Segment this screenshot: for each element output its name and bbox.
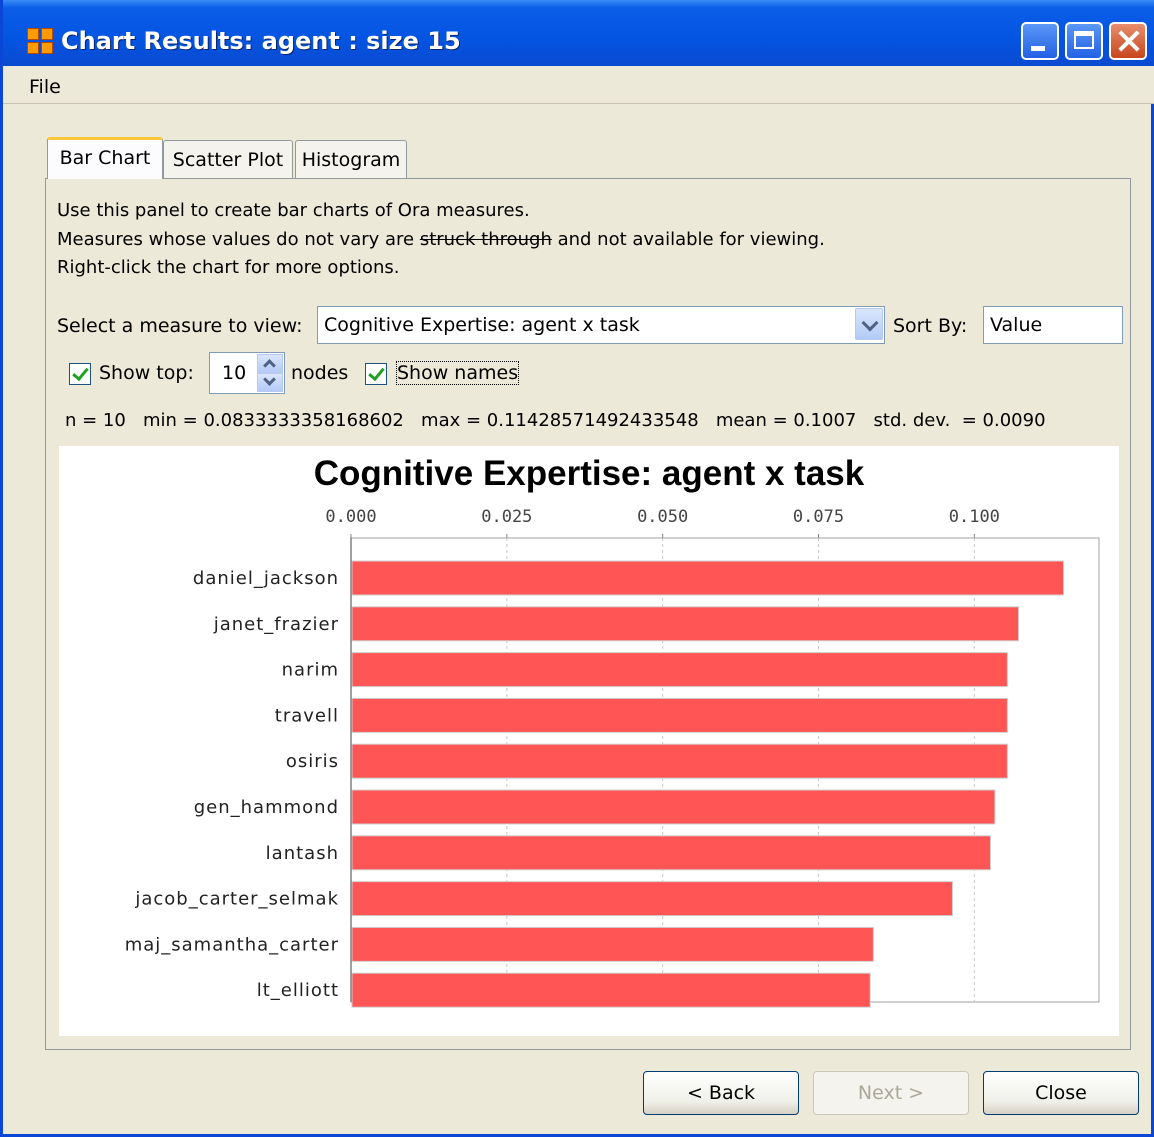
bar-chart-plot[interactable]: 0.000 0.025 0.050 0.075 0.100 daniel_jacksonj…	[59, 446, 1119, 1036]
category-label: narim	[282, 660, 339, 681]
category-label: travell	[275, 705, 339, 726]
x-tick-label: 0.100	[949, 507, 1000, 527]
bar	[351, 881, 954, 917]
bar	[351, 789, 996, 825]
bar	[351, 926, 874, 962]
x-tick-label: 0.000	[325, 507, 376, 527]
x-tick-label: 0.025	[481, 507, 532, 527]
description-line-3: Right-click the chart for more options.	[57, 257, 400, 278]
tab-histogram[interactable]: Histogram	[295, 140, 407, 178]
ora-app-icon	[27, 28, 53, 54]
menu-file[interactable]: File	[29, 76, 61, 98]
bar	[351, 972, 871, 1008]
category-label: maj_samantha_carter	[125, 934, 339, 955]
measure-label: Select a measure to view:	[57, 315, 303, 337]
bar-chart[interactable]: Cognitive Expertise: agent x task 0.000 0…	[59, 446, 1119, 1036]
sort-by-label: Sort By:	[893, 315, 968, 337]
back-button[interactable]: < Back	[643, 1071, 799, 1115]
category-label: osiris	[286, 751, 339, 772]
category-label: daniel_jackson	[193, 568, 339, 589]
spinner-up-icon[interactable]	[257, 354, 283, 373]
show-top-value[interactable]: 10	[222, 362, 246, 384]
window-title: Chart Results: agent : size 15	[61, 27, 461, 55]
bar	[351, 835, 992, 871]
tab-scatter-plot[interactable]: Scatter Plot	[163, 140, 293, 178]
struck-through-example: struck through	[419, 229, 552, 250]
show-names-checkbox[interactable]	[365, 363, 387, 385]
show-names-label[interactable]: Show names	[395, 361, 520, 385]
category-label: janet_frazier	[213, 614, 339, 635]
bar	[351, 652, 1008, 688]
minimize-icon[interactable]	[1021, 22, 1059, 60]
close-icon[interactable]	[1109, 22, 1147, 60]
category-label: gen_hammond	[194, 797, 339, 818]
menu-divider	[3, 103, 1154, 104]
bar	[351, 560, 1064, 596]
menu-bar: File	[3, 66, 1154, 104]
bar	[351, 697, 1008, 733]
maximize-icon[interactable]	[1065, 22, 1103, 60]
sort-by-select[interactable]: Value	[983, 306, 1123, 344]
category-label: lantash	[266, 843, 339, 864]
spinner-down-icon[interactable]	[257, 373, 283, 392]
category-label: jacob_carter_selmak	[134, 889, 339, 910]
next-button: Next >	[813, 1071, 969, 1115]
chart-results-window: Chart Results: agent : size 15 File Bar …	[0, 0, 1154, 1137]
show-top-label: Show top:	[99, 362, 194, 384]
nodes-label: nodes	[291, 362, 349, 384]
category-label: lt_elliott	[257, 980, 339, 1001]
close-button[interactable]: Close	[983, 1071, 1139, 1115]
description-line-1: Use this panel to create bar charts of O…	[57, 200, 530, 221]
x-tick-label: 0.075	[793, 507, 844, 527]
description-line-2: Measures whose values do not vary are st…	[57, 229, 825, 250]
bar	[351, 606, 1020, 642]
bar	[351, 743, 1008, 779]
title-bar[interactable]: Chart Results: agent : size 15	[3, 0, 1154, 66]
measure-select-value: Cognitive Expertise: agent x task	[324, 314, 640, 336]
show-top-spinner[interactable]: 10	[209, 352, 285, 394]
x-tick-label: 0.050	[637, 507, 688, 527]
measure-select[interactable]: Cognitive Expertise: agent x task	[317, 306, 885, 344]
show-top-checkbox[interactable]	[69, 363, 91, 385]
chevron-down-icon[interactable]	[855, 308, 883, 340]
statistics-summary: n = 10 min = 0.0833333358168602 max = 0.…	[65, 410, 1046, 431]
tab-bar-chart[interactable]: Bar Chart	[47, 137, 163, 179]
sort-by-value: Value	[990, 314, 1043, 336]
